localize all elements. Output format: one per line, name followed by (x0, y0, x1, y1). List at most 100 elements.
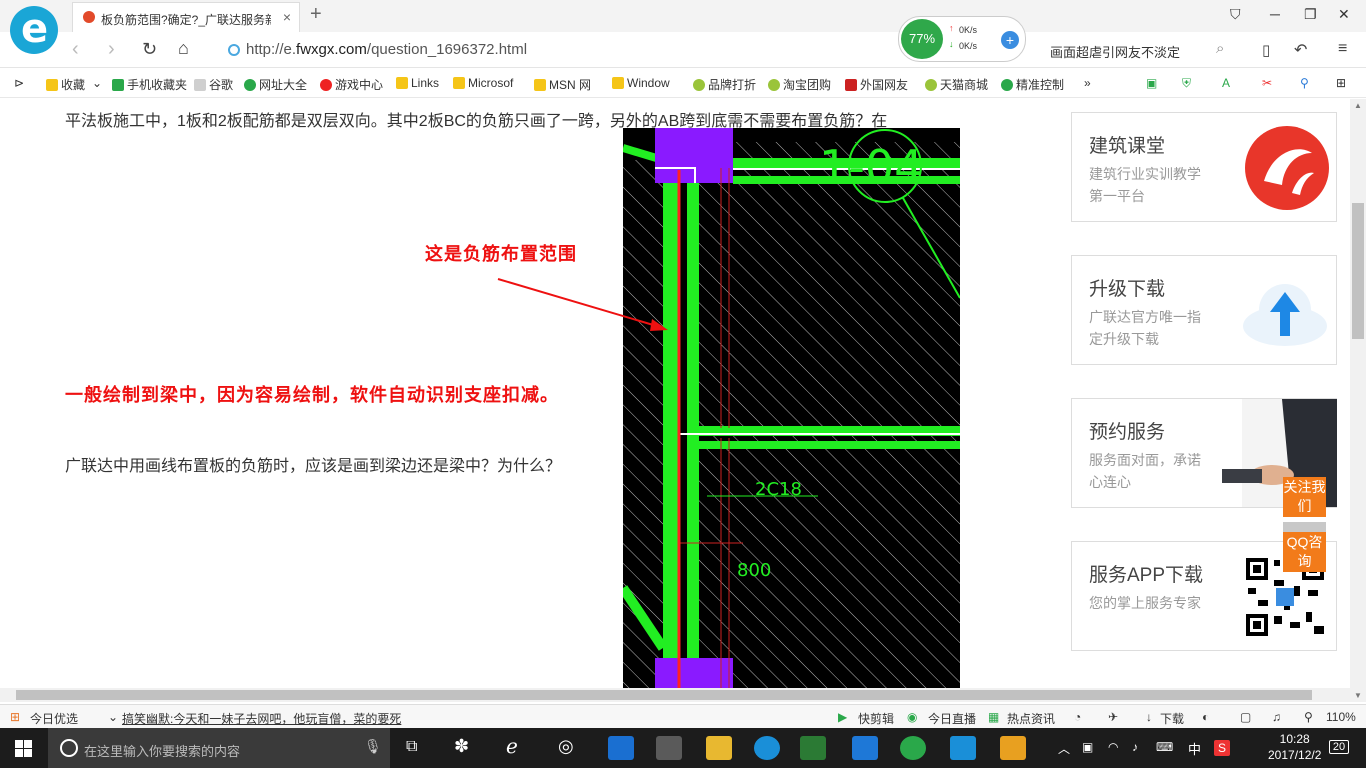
zoom-search-icon[interactable]: ⚲ (1304, 710, 1313, 724)
windows-start-icon[interactable] (15, 740, 32, 757)
clean-icon[interactable]: ◐ (1202, 710, 1209, 724)
taskbar-clock[interactable]: 10:28 2017/12/2 (1268, 731, 1321, 763)
scissors-icon[interactable]: ✂ (1262, 76, 1272, 90)
more-bookmarks-icon[interactable]: » (1084, 76, 1091, 90)
wifi-icon[interactable]: ◠ (1108, 740, 1118, 754)
security-app-icon[interactable] (800, 736, 826, 760)
sidebar-toggle-icon[interactable]: ⊳ (14, 76, 24, 90)
follow-us-button[interactable]: 关注我们 (1283, 477, 1326, 517)
tab-close-icon[interactable]: × (283, 9, 291, 25)
bookmark-item[interactable]: MSN 网 (534, 76, 591, 93)
bookmark-item[interactable]: Links (396, 76, 439, 90)
pin-icon[interactable]: ✈ (1108, 710, 1118, 724)
pinwheel-app-icon[interactable]: ✽ (454, 736, 469, 757)
forward-icon[interactable]: › (108, 38, 115, 61)
live-link[interactable]: 今日直播 (928, 710, 976, 727)
sogou-ime-icon[interactable]: S (1214, 740, 1230, 756)
card-building-class[interactable]: 建筑课堂 建筑行业实训教学第一平台 (1071, 112, 1337, 222)
bookmark-item[interactable]: 天猫商城 (925, 76, 988, 93)
bookmark-item[interactable]: 品牌打折 (693, 76, 756, 93)
restore-icon[interactable]: ❐ (1304, 6, 1317, 23)
taskbar-search-box[interactable]: 在这里输入你要搜索的内容 🎙 (48, 728, 390, 768)
chat-icon (1001, 79, 1013, 91)
spiral-app-icon[interactable]: ◎ (558, 736, 574, 757)
volume-icon[interactable]: ♫ (1272, 710, 1281, 724)
bookmark-item[interactable]: Window (612, 76, 670, 90)
zoom-icon[interactable]: ⚲ (1300, 76, 1309, 90)
browser-tab[interactable]: 板负筋范围?确定?_广联达服务新干线 × (72, 2, 300, 32)
vertical-scrollbar[interactable]: ▲ ▼ (1350, 99, 1366, 702)
speed-icon[interactable]: ◔ (1074, 710, 1081, 724)
notes-app-icon[interactable] (1000, 736, 1026, 760)
leaf-icon (768, 79, 780, 91)
bookmark-item[interactable]: 手机收藏夹 (112, 76, 187, 93)
memory-percent: 77% (901, 19, 943, 59)
glodon-app-icon[interactable] (852, 736, 878, 760)
url-field[interactable]: http://e.fwxgx.com/question_1696372.html (246, 41, 527, 58)
speedup-plus-icon[interactable]: + (1001, 31, 1019, 49)
translate-icon[interactable]: A (1222, 76, 1230, 90)
tray-expand-icon[interactable]: ︿ (1058, 740, 1070, 757)
horizontal-scroll-thumb[interactable] (16, 690, 1312, 700)
task-view-icon[interactable]: ⧉ (406, 738, 417, 756)
skin-icon[interactable]: ⛉ (1230, 6, 1241, 23)
back-icon[interactable]: ‹ (72, 38, 79, 61)
bookmark-item[interactable]: 淘宝团购 (768, 76, 831, 93)
notification-center-icon[interactable]: 20 (1326, 738, 1352, 758)
bookmark-item[interactable]: Microsof (453, 76, 513, 90)
quick-edit-link[interactable]: 快剪辑 (858, 710, 894, 727)
reader-icon[interactable]: ▣ (1146, 76, 1157, 90)
network-speed-widget[interactable]: 77% ↑ 0K/s ↓ 0K/s + (898, 16, 1026, 62)
bookmark-item[interactable]: 外国网友 (845, 76, 908, 93)
vertical-scroll-thumb[interactable] (1352, 203, 1364, 339)
browser-logo-icon[interactable] (10, 6, 58, 54)
download-link[interactable]: 下载 (1160, 710, 1184, 727)
scroll-up-icon[interactable]: ▲ (1354, 101, 1362, 110)
undo-icon[interactable]: ↶ (1294, 40, 1307, 60)
store-app-icon[interactable] (656, 736, 682, 760)
chevron-down-icon[interactable]: ⌄ (108, 710, 118, 724)
edge-app-icon[interactable] (608, 736, 634, 760)
bookmark-item[interactable]: 网址大全 (244, 76, 307, 93)
search-suggestion[interactable]: 画面超虐引网友不淡定 (1050, 42, 1180, 61)
qq-consult-button[interactable]: QQ咨询 (1283, 532, 1326, 572)
minimize-icon[interactable]: ─ (1270, 6, 1280, 22)
bookmark-item[interactable]: 游戏中心 (320, 76, 383, 93)
apps-grid-icon[interactable]: ⊞ (1336, 76, 1346, 90)
microphone-icon[interactable]: 🎙 (364, 738, 382, 755)
reload-icon[interactable]: ↻ (142, 39, 157, 60)
horizontal-scrollbar[interactable] (0, 688, 1350, 702)
search-icon[interactable]: ⌕ (1216, 40, 1224, 57)
file-explorer-icon[interactable] (706, 736, 732, 760)
hot-news-link[interactable]: 热点资讯 (1007, 710, 1055, 727)
volume-icon[interactable]: ♪ (1132, 740, 1138, 754)
card-desc: 服务面对面，承诺心连心 (1089, 452, 1201, 490)
bookmark-item[interactable]: 精准控制 (1001, 76, 1064, 93)
window-close-icon[interactable]: ✕ (1338, 6, 1350, 23)
card-upgrade-download[interactable]: 升级下载 广联达官方唯一指定升级下载 (1071, 255, 1337, 365)
zoom-level[interactable]: 110% (1326, 710, 1356, 724)
shield-icon[interactable]: ⛨ (1182, 76, 1191, 91)
tray-app-icon[interactable]: ▣ (1082, 740, 1093, 754)
glodon-logo-icon (1245, 126, 1329, 210)
menu-icon[interactable]: ≡ (1338, 40, 1347, 58)
browser-e-app-icon[interactable]: ℯ (506, 734, 518, 759)
scroll-down-icon[interactable]: ▼ (1354, 691, 1362, 700)
window-icon[interactable]: ▢ (1240, 710, 1251, 724)
plus-app-icon[interactable] (950, 736, 976, 760)
ime-indicator[interactable]: 中 (1188, 739, 1201, 758)
security-icon (228, 44, 240, 56)
new-tab-button[interactable]: + (310, 3, 322, 26)
browser-active-app-icon[interactable] (900, 736, 926, 760)
notification-count: 20 (1328, 740, 1350, 754)
news-ticker-link[interactable]: 搞笑幽默:今天和一妹子去网吧，他玩盲僧，菜的要死 (122, 710, 401, 727)
bookmark-item[interactable]: 谷歌 (194, 76, 233, 93)
mobile-icon[interactable]: ▯ (1262, 41, 1270, 59)
keyboard-icon[interactable]: ⌨ (1156, 740, 1173, 754)
home-icon[interactable]: ⌂ (178, 38, 189, 59)
ie-app-icon[interactable] (754, 736, 780, 760)
chevron-down-icon[interactable]: ⌄ (92, 76, 102, 90)
today-picks-link[interactable]: 今日优选 (30, 710, 78, 727)
address-bar: ‹ › ↻ ⌂ http://e.fwxgx.com/question_1696… (0, 32, 1366, 68)
bookmark-item[interactable]: 收藏 (46, 76, 85, 93)
